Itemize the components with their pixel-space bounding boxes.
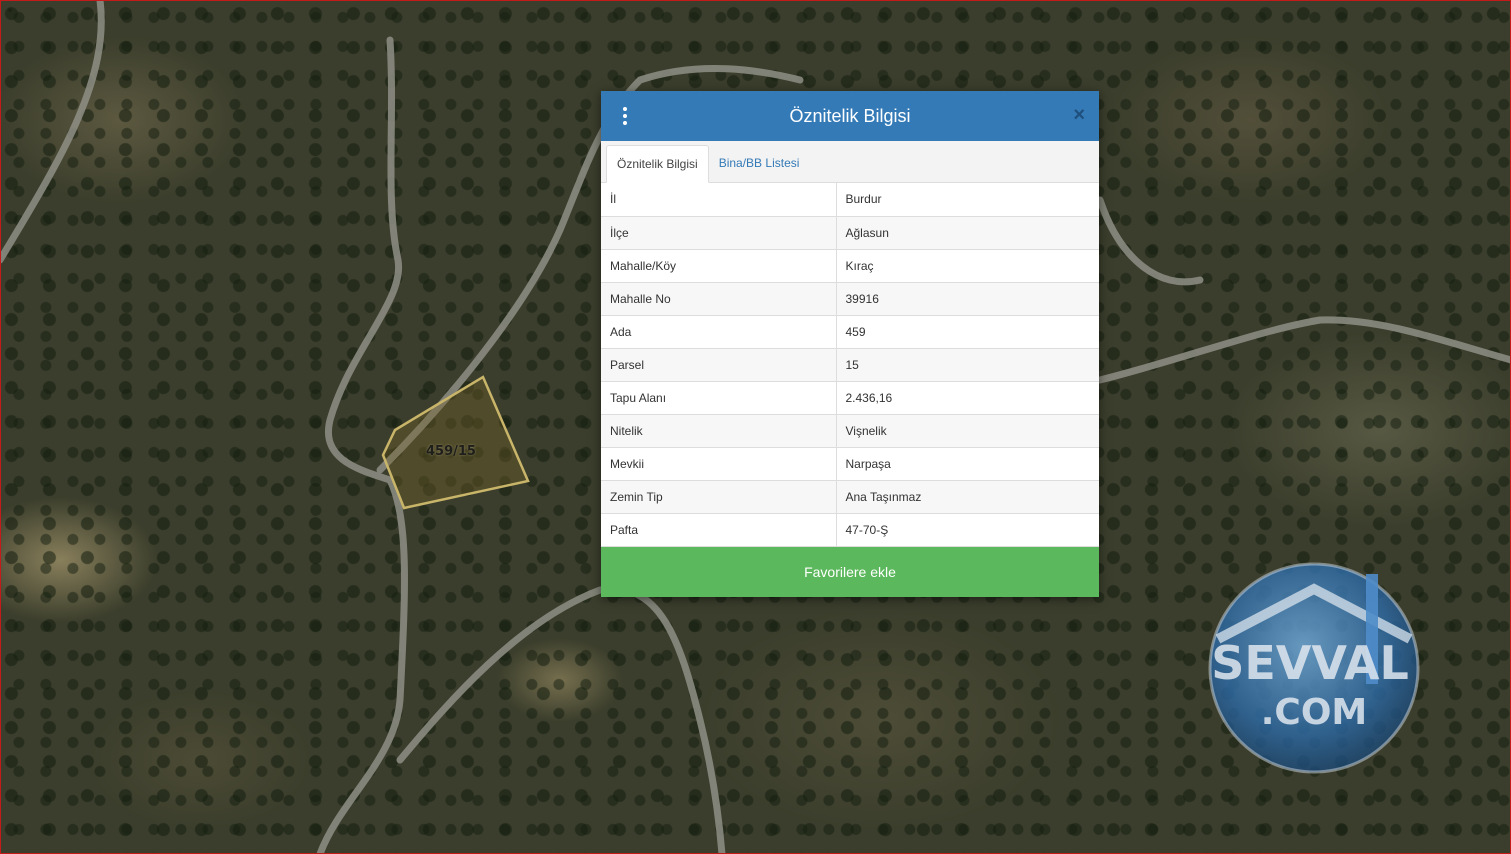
attribute-row: Pafta 47-70-Ş	[601, 513, 1099, 547]
attribute-key: Mahalle/Köy	[601, 249, 837, 283]
watermark-text-sub: .COM	[1261, 692, 1368, 733]
attribute-table: İl Burdur İlçe Ağlasun Mahalle/Köy Kıraç Mahal…	[601, 183, 1099, 547]
road	[396, 585, 726, 854]
attribute-row: Zemin Tip Ana Taşınmaz	[601, 480, 1099, 514]
attribute-value: Ana Taşınmaz	[836, 480, 1099, 514]
attribute-value: Vişnelik	[836, 414, 1099, 448]
attribute-value: 15	[836, 348, 1099, 382]
attribute-value: Burdur	[836, 183, 1099, 217]
sevval-watermark-logo: SEVVAL .COM	[1208, 562, 1420, 774]
kebab-menu-icon[interactable]	[621, 107, 629, 125]
attribute-key: İlçe	[601, 216, 837, 250]
parcel-boundary	[381, 375, 530, 510]
attribute-row: Tapu Alanı 2.436,16	[601, 381, 1099, 415]
attribute-key: Pafta	[601, 513, 837, 547]
tab-attribute-info[interactable]: Öznitelik Bilgisi	[606, 145, 709, 183]
attribute-row: İlçe Ağlasun	[601, 216, 1099, 250]
add-to-favorites-button[interactable]: Favorilere ekle	[601, 546, 1099, 597]
attribute-value: 39916	[836, 282, 1099, 316]
attribute-value: Narpaşa	[836, 447, 1099, 481]
road	[1096, 316, 1511, 384]
attribute-value: Kıraç	[836, 249, 1099, 283]
attribute-row: Mevkii Narpaşa	[601, 447, 1099, 481]
attribute-key: Ada	[601, 315, 837, 349]
attribute-dialog: Öznitelik Bilgisi × Öznitelik Bilgisi Bi…	[601, 91, 1099, 597]
attribute-value: 459	[836, 315, 1099, 349]
attribute-key: Nitelik	[601, 414, 837, 448]
road	[0, 0, 105, 264]
attribute-value: 47-70-Ş	[836, 513, 1099, 547]
attribute-key: Zemin Tip	[601, 480, 837, 514]
dialog-header: Öznitelik Bilgisi ×	[601, 91, 1099, 141]
attribute-key: İl	[601, 183, 837, 217]
attribute-value: 2.436,16	[836, 381, 1099, 415]
tab-building-list[interactable]: Bina/BB Listesi	[709, 145, 810, 182]
attribute-key: Parsel	[601, 348, 837, 382]
attribute-row: Mahalle No 39916	[601, 282, 1099, 316]
dialog-title: Öznitelik Bilgisi	[789, 105, 911, 126]
attribute-value: Ağlasun	[836, 216, 1099, 250]
attribute-key: Tapu Alanı	[601, 381, 837, 415]
attribute-key: Mevkii	[601, 447, 837, 481]
close-icon[interactable]: ×	[1073, 104, 1085, 126]
parcel-label: 459/15	[426, 444, 476, 459]
attribute-row: Nitelik Vişnelik	[601, 414, 1099, 448]
attribute-row: Ada 459	[601, 315, 1099, 349]
attribute-row: Mahalle/Köy Kıraç	[601, 249, 1099, 283]
road	[1096, 196, 1204, 286]
tab-bar: Öznitelik Bilgisi Bina/BB Listesi	[601, 141, 1099, 183]
attribute-row: Parsel 15	[601, 348, 1099, 382]
attribute-key: Mahalle No	[601, 282, 837, 316]
watermark-text-main: SEVVAL	[1211, 636, 1409, 690]
attribute-row: İl Burdur	[601, 183, 1099, 217]
